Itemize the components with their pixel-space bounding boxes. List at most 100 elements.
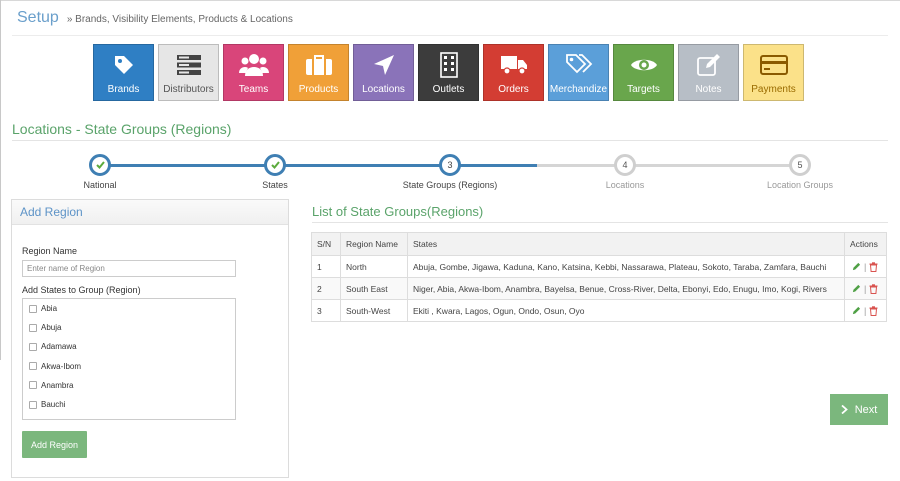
tile-label: Distributors (163, 84, 214, 95)
list-divider (312, 222, 888, 223)
tile-targets[interactable]: Targets (613, 44, 674, 101)
state-label: Bauchi (41, 400, 66, 410)
tags-icon (565, 52, 593, 78)
tile-distributors[interactable]: Distributors (158, 44, 219, 101)
tile-label: Locations (362, 84, 405, 95)
action-separator: | (864, 305, 867, 316)
cell-actions: | (844, 277, 887, 300)
building-icon (439, 52, 458, 78)
left-border (0, 0, 1, 360)
tile-label: Outlets (432, 84, 465, 95)
wizard-step-3[interactable]: 3 (439, 154, 461, 176)
wizard-step-label: State Groups (Regions) (402, 180, 498, 190)
wizard-step-label: Locations (605, 180, 645, 190)
tile-label: Products (298, 84, 339, 95)
state-label: Akwa-Ibom (41, 361, 82, 371)
step-number: 4 (622, 160, 628, 170)
region-name-label: Region Name (22, 246, 78, 256)
page-breadcrumb: » Brands, Visibility Elements, Products … (66, 14, 293, 25)
tile-label: Targets (627, 84, 660, 95)
tile-outlets[interactable]: Outlets (418, 44, 479, 101)
col-actions: Actions (844, 232, 887, 256)
wizard-step-4[interactable]: 4 (614, 154, 636, 176)
section-divider (12, 140, 888, 141)
table-row: 1 North Abuja, Gombe, Jigawa, Kaduna, Kano… (311, 255, 887, 278)
trash-icon[interactable] (869, 305, 878, 316)
state-checkbox[interactable] (29, 400, 37, 409)
next-label: Next (854, 403, 878, 416)
cell-actions: | (844, 255, 887, 278)
tile-notes[interactable]: Notes (678, 44, 739, 101)
module-tiles: Brands Distributors Teams Products Locations… (93, 44, 808, 101)
truck-icon (500, 52, 528, 78)
state-option-bauchi[interactable]: Bauchi (23, 395, 235, 414)
edit-pencil-icon[interactable] (852, 262, 861, 271)
action-separator: | (864, 261, 867, 272)
table-header-row: S/N Region Name States Actions (311, 232, 887, 256)
credit-card-icon (759, 52, 788, 78)
tile-label: Brands (107, 84, 140, 95)
states-group-label: Add States to Group (Region) (22, 285, 141, 295)
page-title: Setup (17, 9, 59, 26)
tag-icon (112, 52, 136, 78)
col-states: States (407, 232, 845, 256)
server-stack-icon (176, 52, 202, 78)
state-checkbox[interactable] (29, 342, 37, 351)
tile-products[interactable]: Products (288, 44, 349, 101)
state-option-abia[interactable]: Abia (23, 299, 235, 318)
next-button[interactable]: Next (830, 394, 888, 425)
edit-pencil-icon[interactable] (852, 284, 861, 293)
region-name-input[interactable] (22, 260, 236, 277)
cell-states: Niger, Abia, Akwa-Ibom, Anambra, Bayelsa… (407, 277, 845, 300)
state-option-anambra[interactable]: Anambra (23, 376, 235, 395)
page-header: Setup » Brands, Visibility Elements, Pro… (17, 9, 293, 27)
col-region-name: Region Name (340, 232, 408, 256)
tile-label: Payments (751, 84, 796, 95)
cell-actions: | (844, 299, 887, 322)
header-divider (12, 35, 888, 36)
tile-teams[interactable]: Teams (223, 44, 284, 101)
tile-locations[interactable]: Locations (353, 44, 414, 101)
add-region-panel: Add Region Region Name Add States to Gro… (11, 199, 289, 478)
tile-payments[interactable]: Payments (743, 44, 804, 101)
briefcase-icon (305, 52, 333, 78)
wizard-step-1[interactable] (89, 154, 111, 176)
tile-merchandize[interactable]: Merchandize (548, 44, 609, 101)
state-option-adamawa[interactable]: Adamawa (23, 337, 235, 356)
state-checkbox[interactable] (29, 323, 37, 332)
tile-label: Teams (238, 84, 269, 95)
check-icon (95, 161, 105, 169)
edit-icon (696, 52, 721, 78)
check-icon (270, 161, 280, 169)
trash-icon[interactable] (869, 261, 878, 272)
regions-table: S/N Region Name States Actions 1 North Abu… (311, 232, 887, 322)
trash-icon[interactable] (869, 283, 878, 294)
tile-orders[interactable]: Orders (483, 44, 544, 101)
table-row: 3 South-West Ekiti , Kwara, Lagos, Ogun, O… (311, 299, 887, 322)
add-region-button[interactable]: Add Region (22, 431, 87, 458)
state-option-abuja[interactable]: Abuja (23, 318, 235, 337)
tile-brands[interactable]: Brands (93, 44, 154, 101)
states-checkbox-list[interactable]: Abia Abuja Adamawa Akwa-Ibom Anambra Bauchi (22, 298, 236, 420)
state-checkbox[interactable] (29, 362, 37, 371)
wizard-step-label: States (262, 180, 288, 190)
state-label: Adamawa (41, 342, 77, 352)
table-row: 2 South East Niger, Abia, Akwa-Ibom, Anamb… (311, 277, 887, 300)
state-option-akwa-ibom[interactable]: Akwa-Ibom (23, 357, 235, 376)
wizard-step-2[interactable] (264, 154, 286, 176)
wizard-track-pending (537, 164, 800, 167)
wizard-step-5[interactable]: 5 (789, 154, 811, 176)
add-region-title: Add Region (12, 200, 288, 225)
state-checkbox[interactable] (29, 304, 37, 313)
wizard-step-label: National (83, 180, 117, 190)
wizard-step-label: Location Groups (766, 180, 834, 190)
state-label: Abia (41, 304, 58, 314)
step-number: 3 (447, 160, 453, 170)
tile-label: Orders (498, 84, 529, 95)
step-number: 5 (797, 160, 803, 170)
cell-sn: 1 (311, 255, 341, 278)
state-checkbox[interactable] (29, 381, 37, 390)
eye-icon (630, 52, 658, 78)
edit-pencil-icon[interactable] (852, 306, 861, 315)
cell-region-name: South East (340, 277, 408, 300)
